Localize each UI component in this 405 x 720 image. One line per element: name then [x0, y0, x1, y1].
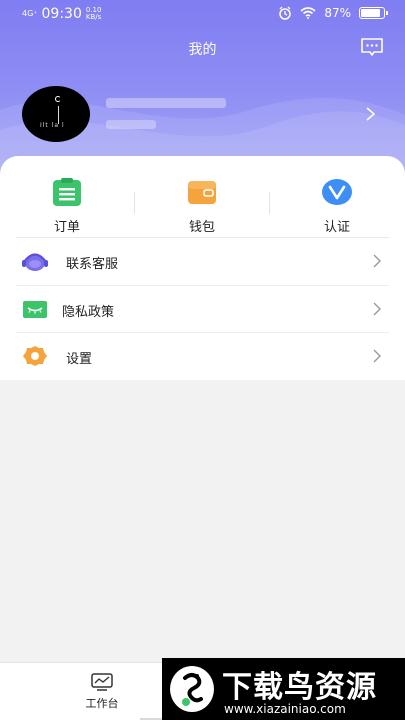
battery-icon [359, 7, 388, 19]
avatar-moon [55, 96, 61, 102]
wallet-icon [188, 181, 216, 204]
username-blurred [106, 98, 226, 108]
quick-action-label: 订单 [53, 220, 80, 235]
avatar-text: Ilt la l [40, 122, 65, 129]
quick-action-order[interactable]: 订单 [7, 178, 127, 235]
avatar[interactable]: Ilt la l [22, 86, 90, 142]
signal-icon: 4G⁺ [22, 9, 38, 18]
chevron-right-icon [373, 254, 381, 268]
quick-action-verify[interactable]: 认证 [277, 178, 397, 235]
message-icon[interactable] [360, 37, 384, 57]
battery-percent: 87% [324, 6, 351, 20]
user-subtitle-blurred [106, 120, 156, 129]
watermark: 下载鸟资源 www.xiazainiao.com [162, 658, 405, 720]
menu-item-label: 联系客服 [66, 257, 119, 272]
privacy-eye-icon [23, 301, 47, 318]
gear-icon [23, 346, 47, 366]
workbench-icon [91, 673, 113, 691]
status-bar: 4G⁺ 09:30 0.10 KB/s 87% [0, 0, 405, 28]
network-speed: 0.10 KB/s [85, 6, 102, 21]
quick-action-label: 认证 [323, 220, 350, 235]
menu-item-customer-service[interactable]: 联系客服 [0, 238, 405, 285]
menu-item-settings[interactable]: 设置 [0, 333, 405, 380]
menu-item-privacy-policy[interactable]: 隐私政策 [0, 286, 405, 333]
menu-item-label: 设置 [66, 352, 93, 367]
order-icon [53, 178, 81, 206]
chevron-right-icon[interactable] [363, 106, 377, 122]
profile-header: 4G⁺ 09:30 0.10 KB/s 87% 我的 Ilt la l [0, 0, 405, 180]
quick-action-wallet[interactable]: 钱包 [142, 178, 262, 235]
tab-workbench[interactable]: 工作台 [62, 673, 142, 711]
watermark-title: 下载鸟资源 [222, 670, 377, 705]
chevron-right-icon [373, 302, 381, 316]
alarm-icon [279, 6, 292, 20]
chevron-right-icon [373, 349, 381, 363]
quick-actions: 订单 钱包 认证 [0, 156, 405, 238]
quick-action-label: 钱包 [188, 220, 215, 235]
status-time: 09:30 [41, 6, 82, 22]
battery-level [361, 9, 380, 17]
page-title: 我的 [188, 42, 217, 58]
verify-icon [322, 179, 352, 205]
watermark-logo [170, 666, 214, 712]
watermark-url: www.xiazainiao.com [224, 702, 346, 716]
content-card: 订单 钱包 认证 联系客服 隐私政策 设置 [0, 156, 405, 380]
wifi-icon [300, 7, 316, 19]
menu-item-label: 隐私政策 [62, 305, 115, 320]
tab-label: 工作台 [85, 697, 119, 710]
headset-icon [22, 253, 48, 271]
